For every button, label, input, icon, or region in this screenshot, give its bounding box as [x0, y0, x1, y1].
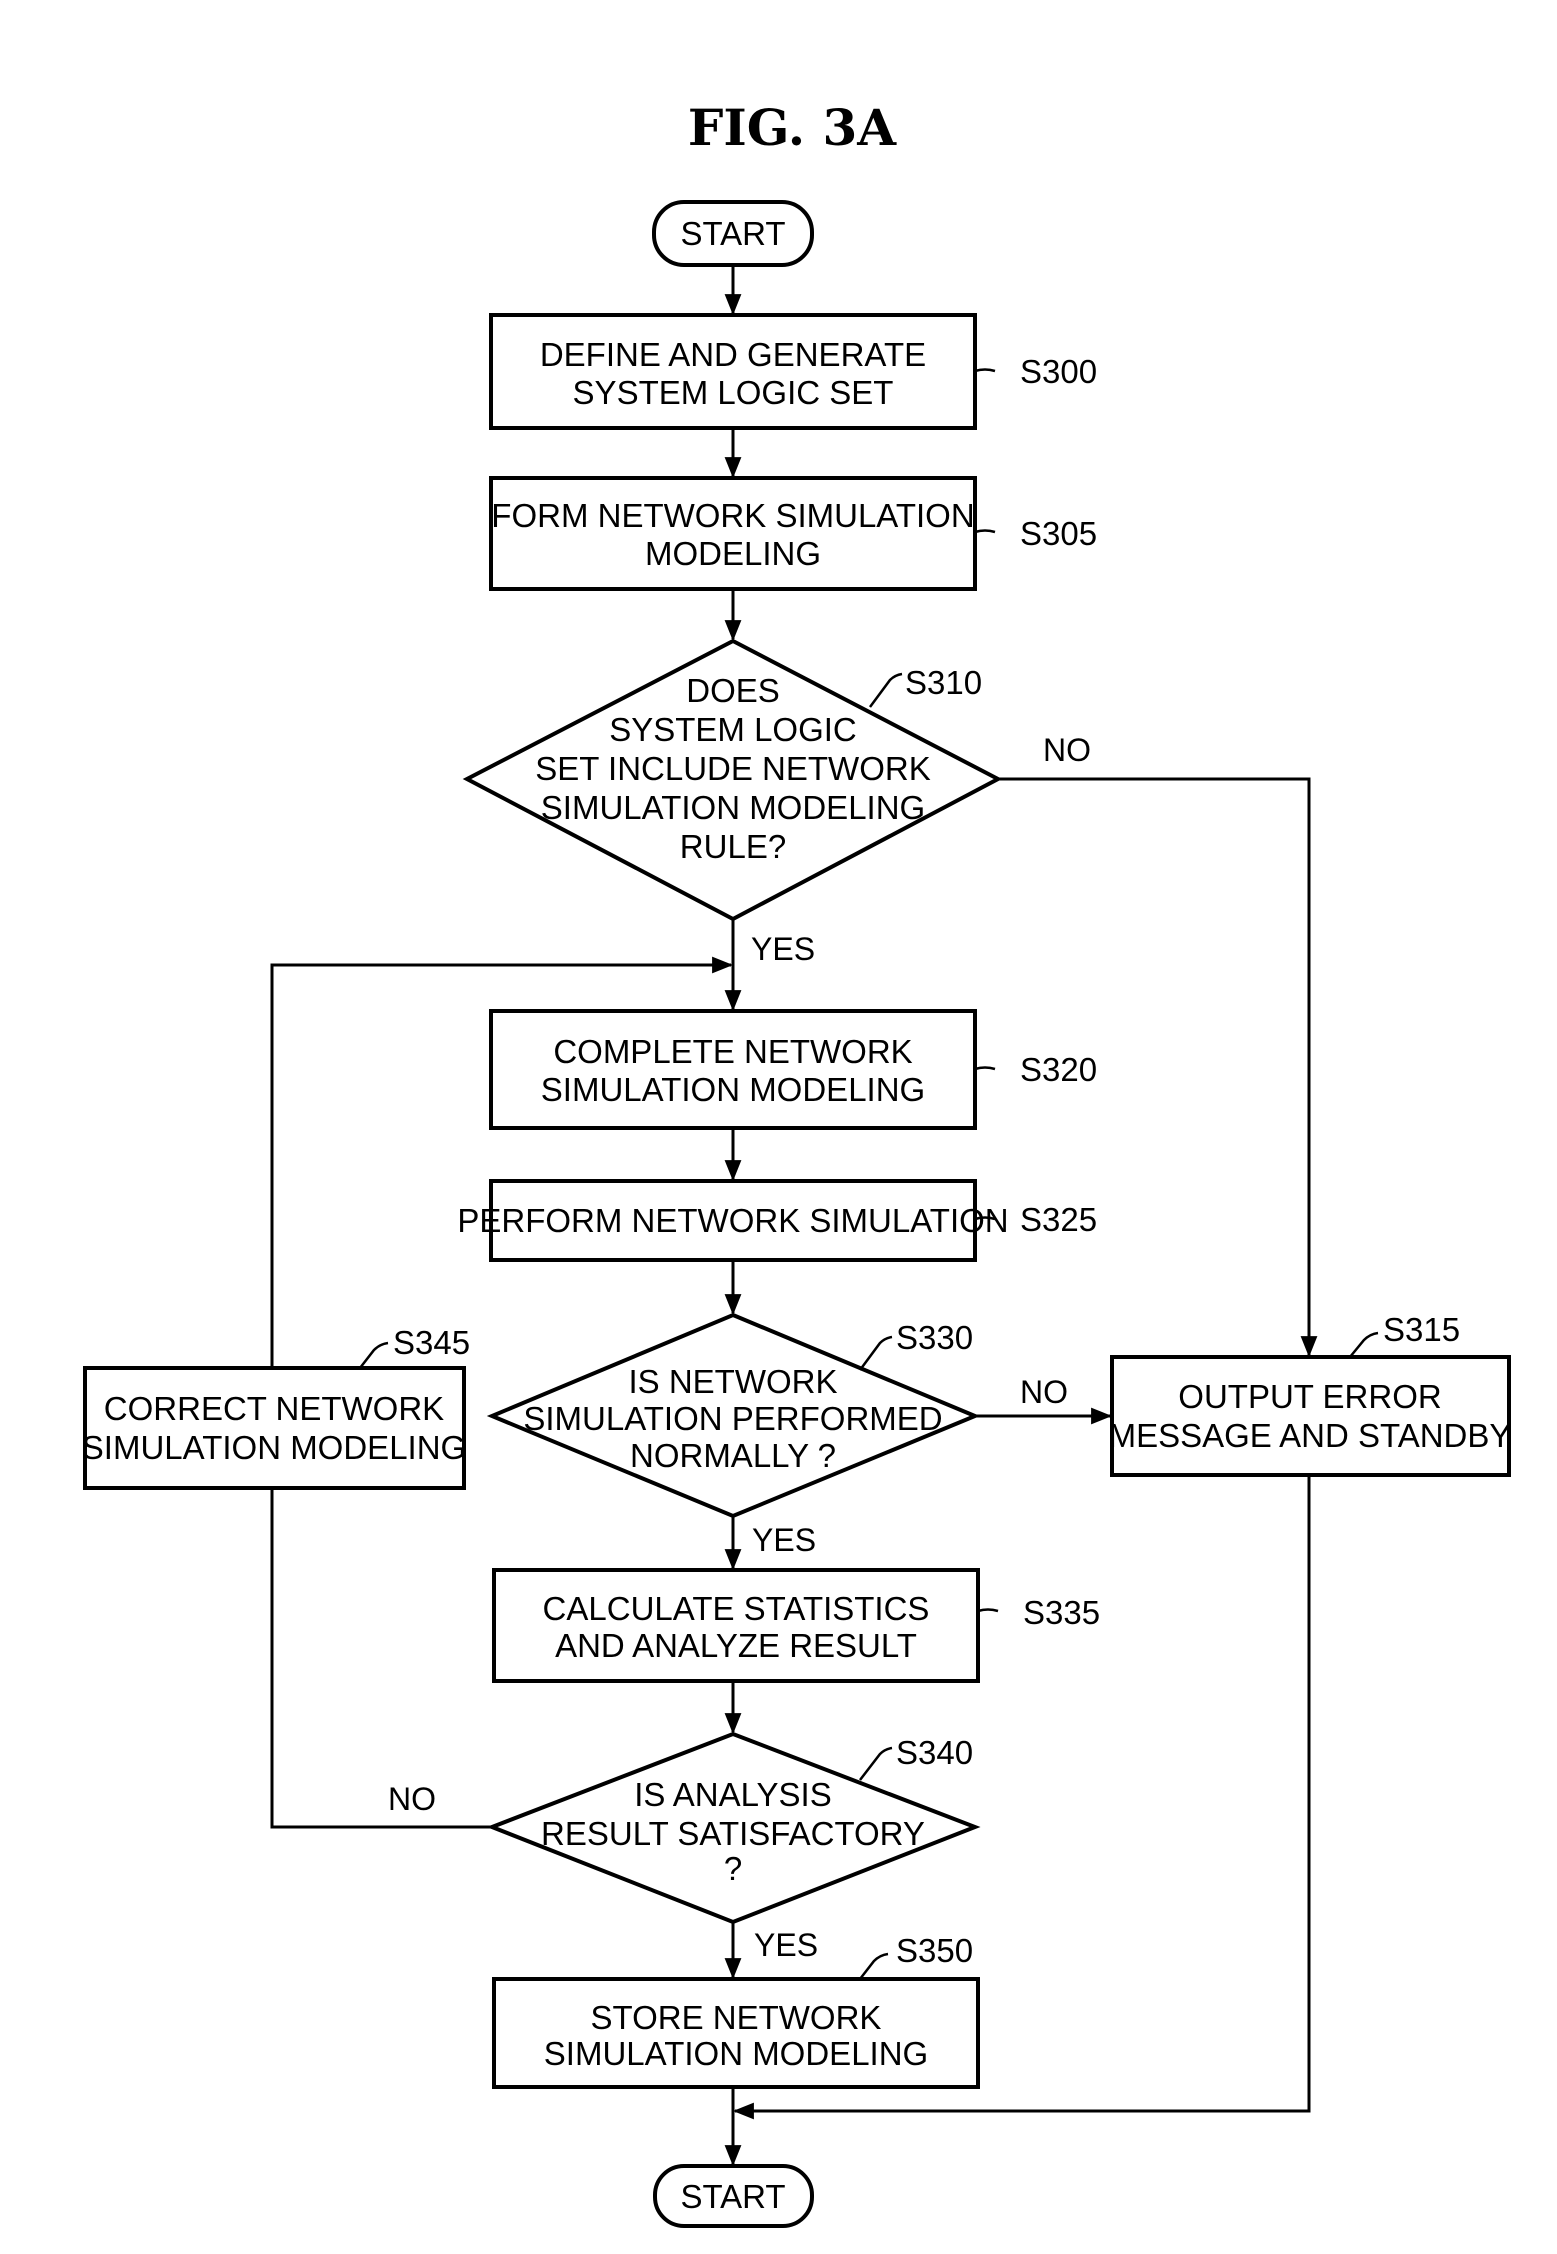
node-text-line: DEFINE AND GENERATE: [540, 336, 926, 373]
node-text-line: RULE?: [680, 828, 786, 865]
node-text-line: DOES: [686, 672, 780, 709]
node-text-line: CORRECT NETWORK: [104, 1390, 444, 1427]
node-end: START: [653, 2164, 814, 2228]
step-id: S305: [1020, 515, 1097, 552]
node-text-line: CALCULATE STATISTICS: [543, 1590, 930, 1627]
step-leader: [977, 1608, 999, 1613]
step-id: S345: [393, 1324, 470, 1361]
label-no: NO: [1020, 1374, 1068, 1410]
node-text-line: PERFORM NETWORK SIMULATION: [457, 1202, 1008, 1239]
node-text-line: STORE NETWORK: [591, 1999, 882, 2036]
node-s350: STORE NETWORK SIMULATION MODELING S350: [492, 1932, 980, 2089]
label-yes: YES: [751, 931, 815, 967]
node-text-line: AND ANALYZE RESULT: [555, 1627, 917, 1664]
node-text-line: SYSTEM LOGIC: [609, 711, 857, 748]
node-text: START: [680, 215, 785, 252]
node-text-line: ?: [724, 1850, 742, 1887]
step-id: S325: [1020, 1201, 1097, 1238]
step-leader: [359, 1341, 389, 1369]
node-text-line: MODELING: [645, 535, 821, 572]
node-text-line: SIMULATION MODELING: [82, 1429, 466, 1466]
node-text-line: SYSTEM LOGIC SET: [573, 374, 894, 411]
label-yes: YES: [752, 1522, 816, 1558]
step-leader: [868, 672, 903, 708]
step-id: S340: [896, 1734, 973, 1771]
label-no: NO: [388, 1781, 436, 1817]
process-box: [1110, 1355, 1511, 1477]
step-leader: [974, 1066, 996, 1071]
edge-s340-s345-no: [270, 1488, 492, 1829]
step-id: S350: [896, 1932, 973, 1969]
node-text-line: NORMALLY ?: [630, 1437, 836, 1474]
node-text: START: [680, 2178, 785, 2215]
step-leader: [859, 1746, 893, 1781]
node-s335: CALCULATE STATISTICS AND ANALYZE RESULT …: [492, 1568, 1100, 1683]
step-id: S330: [896, 1319, 973, 1356]
node-text-line: COMPLETE NETWORK: [553, 1033, 912, 1070]
node-text-line: IS ANALYSIS: [634, 1776, 831, 1813]
node-text-line: MESSAGE AND STANDBY: [1109, 1417, 1512, 1454]
step-leader: [859, 1952, 889, 1980]
node-s345: CORRECT NETWORK SIMULATION MODELING S345: [82, 1324, 470, 1490]
node-start: START: [652, 200, 814, 267]
step-id: S320: [1020, 1051, 1097, 1088]
step-id: S310: [905, 664, 982, 701]
node-text-line: SIMULATION MODELING: [541, 789, 925, 826]
label-no: NO: [1043, 732, 1091, 768]
step-leader: [974, 368, 996, 373]
figure-title: FIG. 3A: [688, 98, 897, 157]
node-text-line: SIMULATION PERFORMED: [523, 1400, 942, 1437]
node-text-line: FORM NETWORK SIMULATION: [491, 497, 974, 534]
process-box: [83, 1366, 466, 1490]
node-s320: COMPLETE NETWORK SIMULATION MODELING S32…: [489, 1009, 1097, 1130]
flowchart: FIG. 3A START DEFINE AND GENERATE SYSTEM…: [82, 98, 1512, 2228]
node-s305: FORM NETWORK SIMULATION MODELING S305: [489, 476, 1097, 591]
node-s310: DOES SYSTEM LOGIC SET INCLUDE NETWORK SI…: [462, 638, 1091, 967]
node-s340: IS ANALYSIS RESULT SATISFACTORY ? S340 N…: [388, 1731, 981, 1963]
node-text-line: RESULT SATISFACTORY: [541, 1815, 925, 1852]
node-text-line: IS NETWORK: [628, 1363, 837, 1400]
label-yes: YES: [754, 1927, 818, 1963]
node-text-line: SIMULATION MODELING: [544, 2035, 928, 2072]
step-leader: [1349, 1331, 1379, 1358]
step-id: S335: [1023, 1594, 1100, 1631]
node-s300: DEFINE AND GENERATE SYSTEM LOGIC SET S30…: [489, 313, 1097, 430]
step-id: S300: [1020, 353, 1097, 390]
step-leader: [858, 1335, 893, 1371]
node-s330: IS NETWORK SIMULATION PERFORMED NORMALLY…: [486, 1312, 1068, 1558]
node-text-line: OUTPUT ERROR: [1178, 1378, 1441, 1415]
node-s325: PERFORM NETWORK SIMULATION S325: [457, 1179, 1097, 1262]
step-leader: [974, 529, 996, 534]
step-id: S315: [1383, 1311, 1460, 1348]
node-text-line: SIMULATION MODELING: [541, 1071, 925, 1108]
node-text-line: SET INCLUDE NETWORK: [535, 750, 930, 787]
